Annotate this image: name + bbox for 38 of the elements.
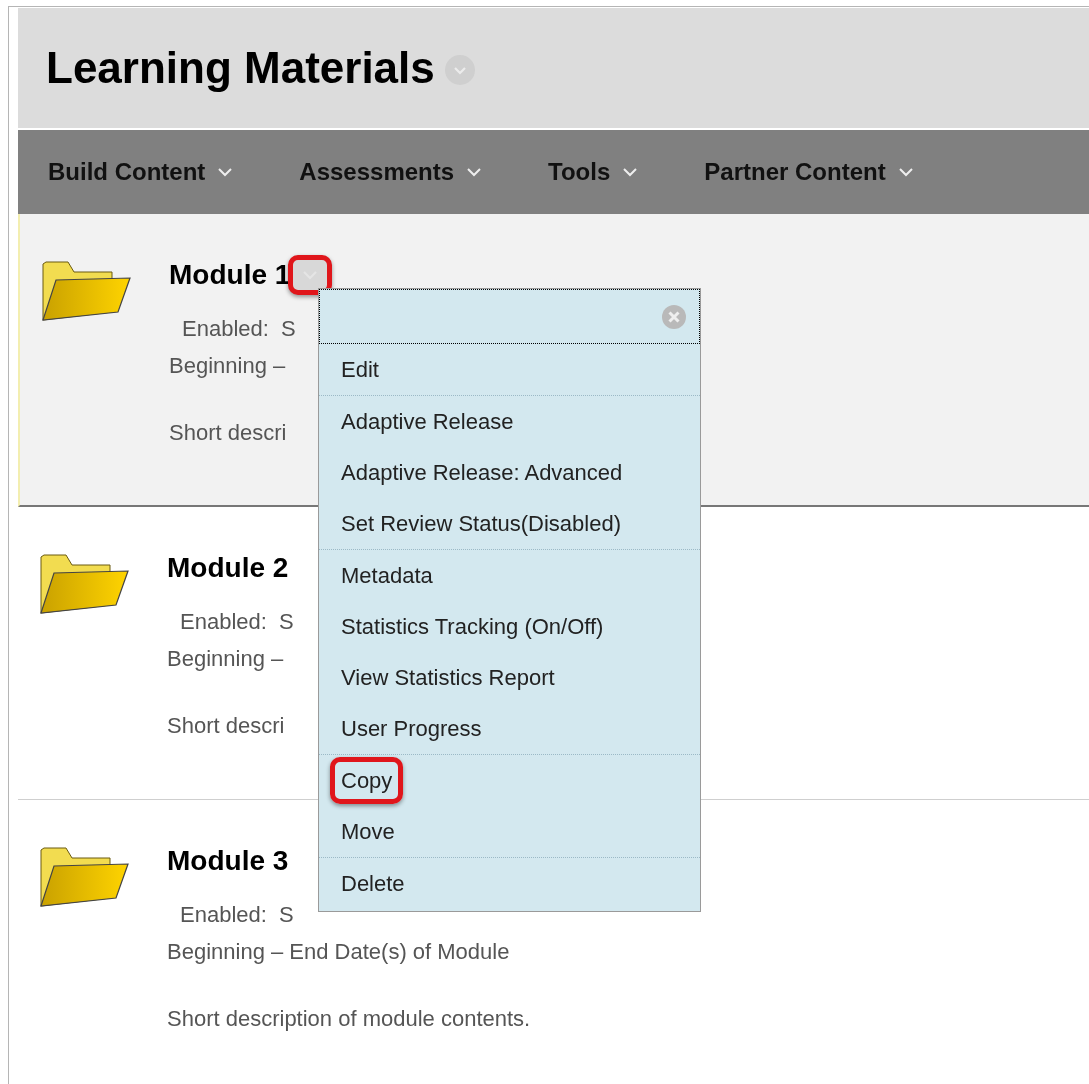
enabled-status: Enabled: S [180,901,295,929]
menu-item[interactable]: Adaptive Release: Advanced [341,456,623,489]
folder-icon [42,260,132,322]
menu-item[interactable]: Set Review Status(Disabled) [341,507,621,540]
title-menu-icon[interactable] [444,55,475,85]
chevron-icon [217,167,234,177]
toolbar-menu[interactable]: Assessments [299,154,483,190]
chevron-icon [466,167,483,177]
close-icon[interactable] [661,303,687,330]
folder-icon [40,846,130,908]
menu-item[interactable]: Delete [341,867,405,900]
menu-item[interactable]: View Statistics Report [341,661,555,694]
page-title: Learning Materials [46,42,435,94]
chevron-icon [622,167,639,177]
module-menu-button[interactable] [288,255,333,295]
menu-item[interactable]: Statistics Tracking (On/Off) [341,610,604,643]
module-title[interactable]: Module 2 [167,547,289,589]
module-description: Short descri [169,419,288,447]
enabled-status: Enabled: S [180,608,294,636]
module-title[interactable]: Module 1 [169,254,291,296]
module-description: Short descri [167,712,286,740]
menu-item[interactable]: User Progress [341,712,482,745]
module-dates: Beginning – [167,645,285,673]
menu-item[interactable]: Adaptive Release [341,405,514,438]
module-dates: Beginning – [169,352,287,380]
folder-icon [40,553,130,615]
module-description: Short description of module contents. [167,1005,531,1033]
chevron-icon [897,167,914,177]
toolbar-menu[interactable]: Build Content [48,154,234,190]
module-dates: Beginning – End Date(s) of Module [167,938,511,966]
menu-item[interactable]: Move [341,815,395,848]
menu-item[interactable]: Metadata [341,559,433,592]
menu-item[interactable]: Copy [330,757,404,804]
toolbar-menu[interactable]: Tools [548,154,639,190]
menu-item[interactable]: Edit [341,353,379,386]
enabled-status: Enabled: S [182,315,297,343]
module-title[interactable]: Module 3 [167,840,289,882]
toolbar-menu[interactable]: Partner Content [704,154,914,190]
